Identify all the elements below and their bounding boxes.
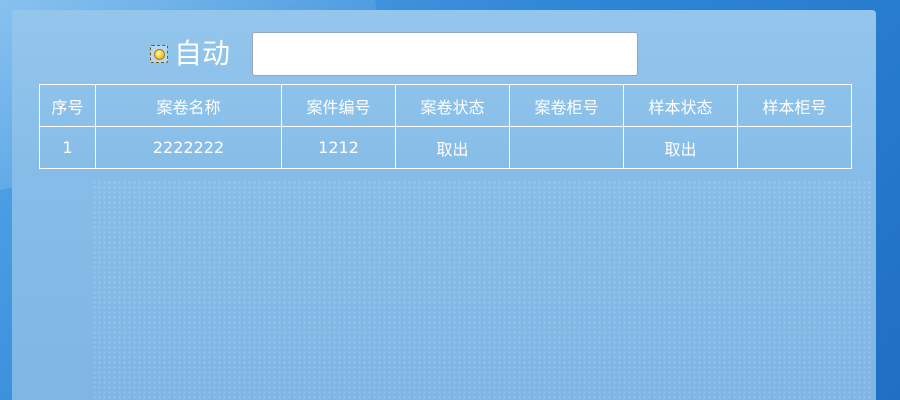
radio-selected-dot-icon — [153, 48, 165, 60]
cell-file-name[interactable]: 2222222 — [95, 126, 282, 169]
column-header-sample-status[interactable]: 样本状态 — [623, 84, 738, 127]
cell-sample-cabinet[interactable] — [737, 126, 852, 169]
cell-index[interactable]: 1 — [39, 126, 96, 169]
column-header-file-name[interactable]: 案卷名称 — [95, 84, 282, 127]
auto-mode-label: 自动 — [174, 37, 231, 70]
column-header-index[interactable]: 序号 — [39, 84, 96, 127]
auto-mode-option[interactable]: 自动 — [150, 36, 230, 72]
cell-sample-status[interactable]: 取出 — [623, 126, 738, 169]
table-header-row: 序号 案卷名称 案件编号 案卷状态 案卷柜号 样本状态 样本柜号 — [39, 84, 852, 127]
content-panel: 自动 序号 案卷名称 案件编号 案卷状态 案卷柜号 样本状态 样本柜号 1 22… — [12, 10, 876, 400]
column-header-case-number[interactable]: 案件编号 — [281, 84, 396, 127]
world-map-watermark — [92, 180, 872, 400]
cell-case-number[interactable]: 1212 — [281, 126, 396, 169]
column-header-sample-cabinet[interactable]: 样本柜号 — [737, 84, 852, 127]
column-header-file-status[interactable]: 案卷状态 — [395, 84, 510, 127]
table-row[interactable]: 1 2222222 1212 取出 取出 — [39, 126, 852, 169]
cell-file-status[interactable]: 取出 — [395, 126, 510, 169]
records-table: 序号 案卷名称 案件编号 案卷状态 案卷柜号 样本状态 样本柜号 1 22222… — [39, 84, 852, 169]
column-header-file-cabinet[interactable]: 案卷柜号 — [509, 84, 624, 127]
screen-background: 自动 序号 案卷名称 案件编号 案卷状态 案卷柜号 样本状态 样本柜号 1 22… — [0, 0, 900, 400]
auto-radio-button[interactable] — [150, 45, 168, 63]
auto-input-field[interactable] — [252, 32, 638, 76]
cell-file-cabinet[interactable] — [509, 126, 624, 169]
